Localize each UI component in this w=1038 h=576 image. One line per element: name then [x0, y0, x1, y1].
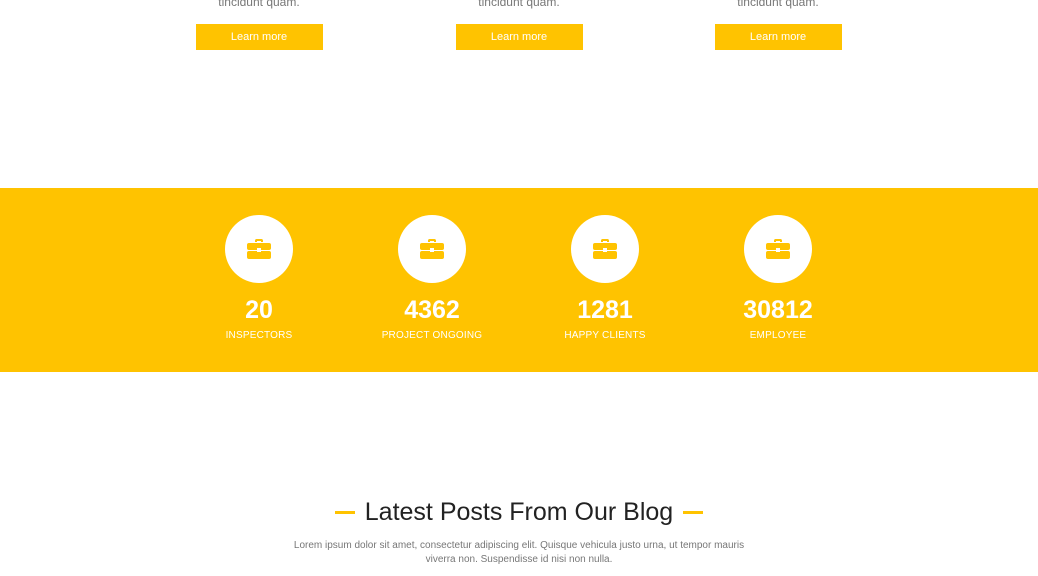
- stat-value: 30812: [743, 296, 813, 324]
- blog-section: Latest Posts From Our Blog Lorem ipsum d…: [0, 490, 1038, 567]
- service-text: tincidunt quam.: [478, 0, 560, 9]
- service-text: tincidunt quam.: [737, 0, 819, 9]
- briefcase-icon: [247, 239, 271, 259]
- blog-subtitle: Lorem ipsum dolor sit amet, consectetur …: [293, 540, 745, 565]
- stat-icon-circle: [571, 215, 639, 283]
- learn-more-button[interactable]: Learn more: [195, 24, 323, 50]
- services-section: tincidunt quam. Learn more tincidunt qua…: [0, 0, 1038, 60]
- learn-more-button[interactable]: Learn more: [455, 24, 583, 50]
- service-text: tincidunt quam.: [218, 0, 300, 9]
- page: tincidunt quam. Learn more tincidunt qua…: [0, 0, 1038, 576]
- stat-value: 20: [245, 296, 273, 324]
- stat-icon-circle: [744, 215, 812, 283]
- service-card: tincidunt quam. Learn more: [688, 0, 868, 50]
- stat-label: PROJECT ONGOING: [381, 330, 483, 341]
- blog-heading: Latest Posts From Our Blog: [0, 490, 1038, 534]
- heading-dash-left: [334, 510, 355, 514]
- stat-value: 1281: [577, 296, 633, 324]
- briefcase-icon: [420, 239, 444, 259]
- stat-icon-circle: [398, 215, 466, 283]
- stat-inspectors: 20 INSPECTORS: [189, 215, 329, 343]
- briefcase-icon: [766, 239, 790, 259]
- service-card: tincidunt quam. Learn more: [169, 0, 349, 50]
- stat-icon-circle: [225, 215, 293, 283]
- blog-title: Latest Posts From Our Blog: [364, 497, 674, 526]
- stat-label: HAPPY CLIENTS: [564, 330, 646, 341]
- stat-label: INSPECTORS: [225, 330, 293, 341]
- briefcase-icon: [593, 239, 617, 259]
- stat-happy-clients: 1281 HAPPY CLIENTS: [535, 215, 675, 343]
- service-card: tincidunt quam. Learn more: [429, 0, 609, 50]
- stat-value: 4362: [404, 296, 460, 324]
- learn-more-button[interactable]: Learn more: [714, 24, 842, 50]
- stat-employee: 30812 EMPLOYEE: [708, 215, 848, 343]
- stat-label: EMPLOYEE: [749, 330, 807, 341]
- stats-band: 20 INSPECTORS 4362 PROJECT ONGOING 1281 …: [0, 188, 1038, 372]
- heading-dash-right: [683, 510, 704, 514]
- stat-project-ongoing: 4362 PROJECT ONGOING: [362, 215, 502, 343]
